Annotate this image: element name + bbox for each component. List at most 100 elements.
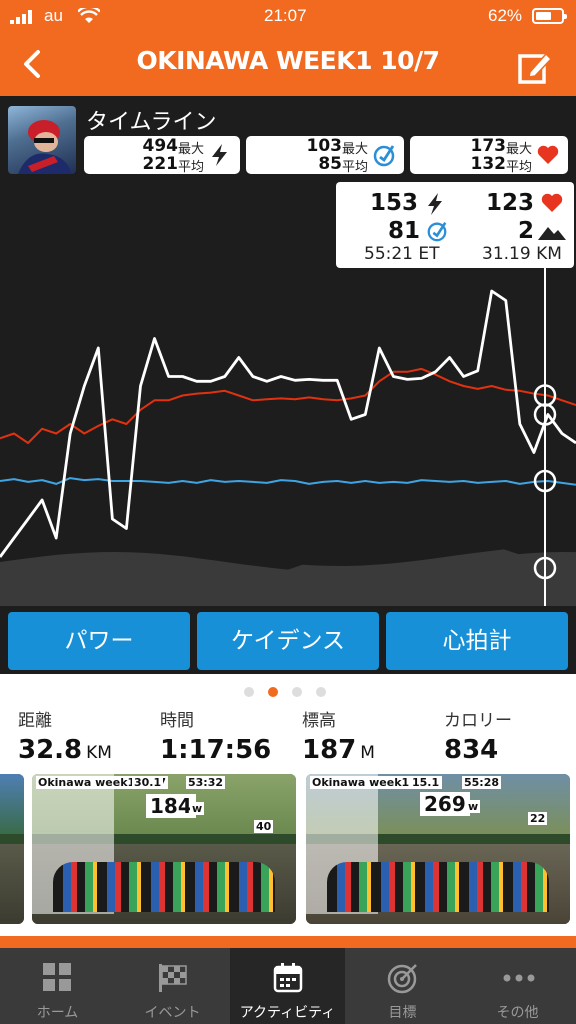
tab-more[interactable]: その他 [460, 948, 575, 1024]
tab-events[interactable]: イベント [115, 948, 230, 1024]
cadence-line [0, 477, 576, 486]
heartrate-button[interactable]: 心拍計 [386, 612, 568, 670]
battery-percent: 62% [488, 6, 523, 25]
screenshot-time: 53:32 [186, 776, 226, 789]
tab-bar: ホーム イベント アクティビティ 目標 その他 [0, 948, 576, 1024]
cadence-icon [427, 222, 447, 242]
cadence-max: 103 [306, 136, 343, 156]
grid-icon [43, 963, 71, 991]
distance-label: 距離 [18, 711, 52, 731]
chevron-left-icon[interactable] [18, 48, 46, 80]
summary-section: 距離 32.8 KM 時間 1:17:56 標高 187 M カロリー 834 Ok… [0, 674, 576, 936]
distance-value: 32.8 [18, 735, 83, 765]
screenshot-speed: 15.1 [410, 776, 442, 789]
page-dot[interactable] [316, 687, 326, 697]
cadence-icon [373, 145, 395, 167]
distance-unit: KM [86, 743, 112, 763]
tooltip-cadence: 81 [388, 218, 421, 244]
target-icon [387, 964, 417, 994]
heartrate-stat-card: 173 132 最大 平均 [410, 136, 568, 175]
tab-goals-label: 目標 [388, 1005, 417, 1021]
header: OKINAWA WEEK1 10/7 [0, 32, 576, 96]
ride-screenshot[interactable]: Okinawa week1 10/7 30.1 53:32 184 w 40 [32, 774, 296, 924]
tooltip-time: 55:21 ET [364, 244, 440, 264]
metric-button-bar: パワー ケイデンス 心拍計 [0, 606, 576, 674]
screenshot-riders [327, 862, 549, 912]
carrier: au [44, 6, 63, 25]
power-button[interactable]: パワー [8, 612, 190, 670]
tab-home-label: ホーム [36, 1005, 79, 1021]
timeline-panel: タイムライン 494 221 最大 平均 103 85 最大 平均 173 13… [0, 96, 576, 606]
tab-activity[interactable]: アクティビティ [230, 948, 345, 1024]
page-dot-active[interactable] [268, 687, 278, 697]
time-metric: 時間 1:17:56 [160, 706, 271, 765]
heartrate-max-label: 最大 [505, 142, 532, 157]
power-max-label: 最大 [177, 142, 204, 157]
screenshot-time: 55:28 [462, 776, 502, 789]
cadence-max-label: 最大 [341, 142, 368, 157]
screenshot-gap: 40 [254, 820, 274, 833]
tab-events-label: イベント [144, 1005, 201, 1021]
divider [0, 936, 576, 948]
lightning-icon [212, 144, 227, 166]
clock: 21:07 [264, 6, 307, 25]
tab-goals[interactable]: 目標 [345, 948, 460, 1024]
cadence-avg: 85 [318, 154, 342, 174]
screenshot-speed: 30.1 [132, 776, 164, 789]
signal-icon [10, 10, 36, 24]
elevation-unit: M [360, 743, 375, 763]
tab-more-label: その他 [496, 1005, 539, 1021]
ride-screenshot-partial[interactable] [0, 774, 24, 924]
timeline-title: タイムライン [86, 110, 217, 135]
calories-label: カロリー [444, 711, 512, 731]
power-max: 494 [142, 136, 179, 156]
cadence-stat-card: 103 85 最大 平均 [246, 136, 404, 175]
tooltip-elevation: 2 [518, 218, 535, 244]
power-line [0, 289, 576, 558]
screenshot-watts-unit: w [190, 802, 205, 815]
page-indicator[interactable] [244, 682, 340, 701]
heartrate-avg: 132 [470, 154, 507, 174]
screenshot-watts: 269 [420, 792, 470, 816]
screenshot-watts-unit: w [466, 800, 481, 813]
battery-icon [532, 8, 567, 24]
more-icon [503, 974, 535, 982]
power-avg-label: 平均 [177, 160, 204, 175]
page-dot[interactable] [292, 687, 302, 697]
tooltip-power: 153 [370, 190, 419, 216]
heartrate-max: 173 [470, 136, 507, 156]
cadence-avg-label: 平均 [341, 160, 368, 175]
calories-metric: カロリー 834 [444, 706, 512, 765]
power-avg: 221 [142, 154, 179, 174]
cadence-button[interactable]: ケイデンス [197, 612, 379, 670]
lightning-icon [428, 193, 442, 215]
calories-value: 834 [444, 735, 499, 765]
mountain-icon [538, 227, 566, 240]
time-label: 時間 [160, 711, 194, 731]
ride-screenshot[interactable]: Okinawa week1 10/7 15.1 55:28 269 w 22 [306, 774, 570, 924]
heartrate-avg-label: 平均 [505, 160, 532, 175]
page-dot[interactable] [244, 687, 254, 697]
page-title: OKINAWA WEEK1 10/7 [136, 46, 440, 75]
screenshot-riders [53, 862, 275, 912]
time-value: 1:17:56 [160, 735, 272, 765]
screenshot-gap: 22 [528, 812, 548, 825]
status-bar: au 21:07 62% [0, 0, 576, 32]
power-stat-card: 494 221 最大 平均 [84, 136, 240, 175]
elevation-value: 187 [302, 735, 357, 765]
chart-tooltip: 153 123 81 2 55:21 ET 31.19 KM [336, 182, 574, 268]
elevation-label: 標高 [302, 711, 336, 731]
elevation-metric: 標高 187 M [302, 706, 375, 765]
heart-icon [541, 193, 563, 212]
checkered-flag-icon [159, 964, 187, 992]
calendar-icon [273, 963, 303, 993]
edit-icon[interactable] [518, 48, 554, 84]
tooltip-heartrate: 123 [486, 190, 535, 216]
heart-icon [537, 145, 559, 164]
tooltip-distance: 31.19 KM [482, 244, 562, 264]
tab-home[interactable]: ホーム [0, 948, 115, 1024]
distance-metric: 距離 32.8 KM [18, 706, 112, 765]
avatar [8, 106, 76, 174]
tab-activity-label: アクティビティ [239, 1005, 336, 1021]
elevation-area [0, 549, 576, 606]
